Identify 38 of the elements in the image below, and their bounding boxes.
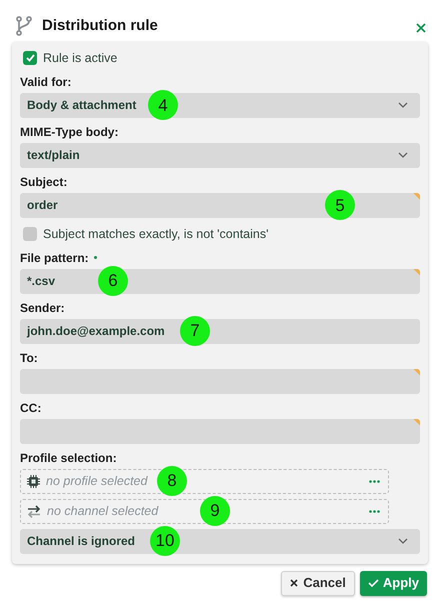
check-icon (368, 579, 379, 587)
field-label: File pattern: (20, 250, 89, 264)
callout-marker: 7 (180, 316, 210, 346)
picker-placeholder: no profile selected (46, 472, 148, 490)
close-icon[interactable] (416, 23, 426, 33)
callout-marker: 6 (98, 266, 128, 296)
section-label: Profile selection: (20, 450, 118, 464)
more-icon[interactable] (369, 480, 380, 482)
close-icon (290, 579, 298, 587)
checkbox-label: Rule is active (43, 50, 118, 67)
callout-marker: 5 (325, 190, 355, 220)
branch-icon (16, 16, 32, 36)
swap-arrows-icon (27, 504, 41, 518)
apply-button[interactable]: Apply (360, 570, 427, 596)
callout-marker: 8 (157, 466, 187, 496)
chevron-down-icon (398, 538, 408, 544)
input-field[interactable] (20, 418, 420, 444)
field-label: Valid for: (20, 74, 72, 89)
checkbox-label: Subject matches exactly, is not 'contains' (43, 226, 268, 243)
chevron-down-icon (398, 152, 408, 158)
picker-placeholder: no channel selected (47, 502, 158, 520)
checkbox[interactable] (23, 227, 37, 242)
chip-icon (27, 474, 40, 488)
dropdown[interactable]: text/plain (20, 142, 420, 168)
field-label: Sender: (20, 300, 65, 314)
dialog-title: Distribution rule (42, 16, 158, 36)
callout-marker: 9 (200, 496, 230, 526)
field-label: MIME-Type body: (20, 124, 118, 139)
field-label: CC: (20, 400, 42, 414)
cancel-button[interactable]: Cancel (281, 570, 355, 596)
field-label: Subject: (20, 174, 68, 189)
input-field[interactable] (20, 368, 420, 394)
more-icon[interactable] (369, 510, 380, 512)
chevron-down-icon (398, 102, 408, 108)
field-label: To: (20, 350, 38, 364)
checkbox[interactable] (23, 51, 37, 66)
callout-marker: 10 (150, 526, 180, 556)
callout-marker: 4 (148, 90, 178, 120)
